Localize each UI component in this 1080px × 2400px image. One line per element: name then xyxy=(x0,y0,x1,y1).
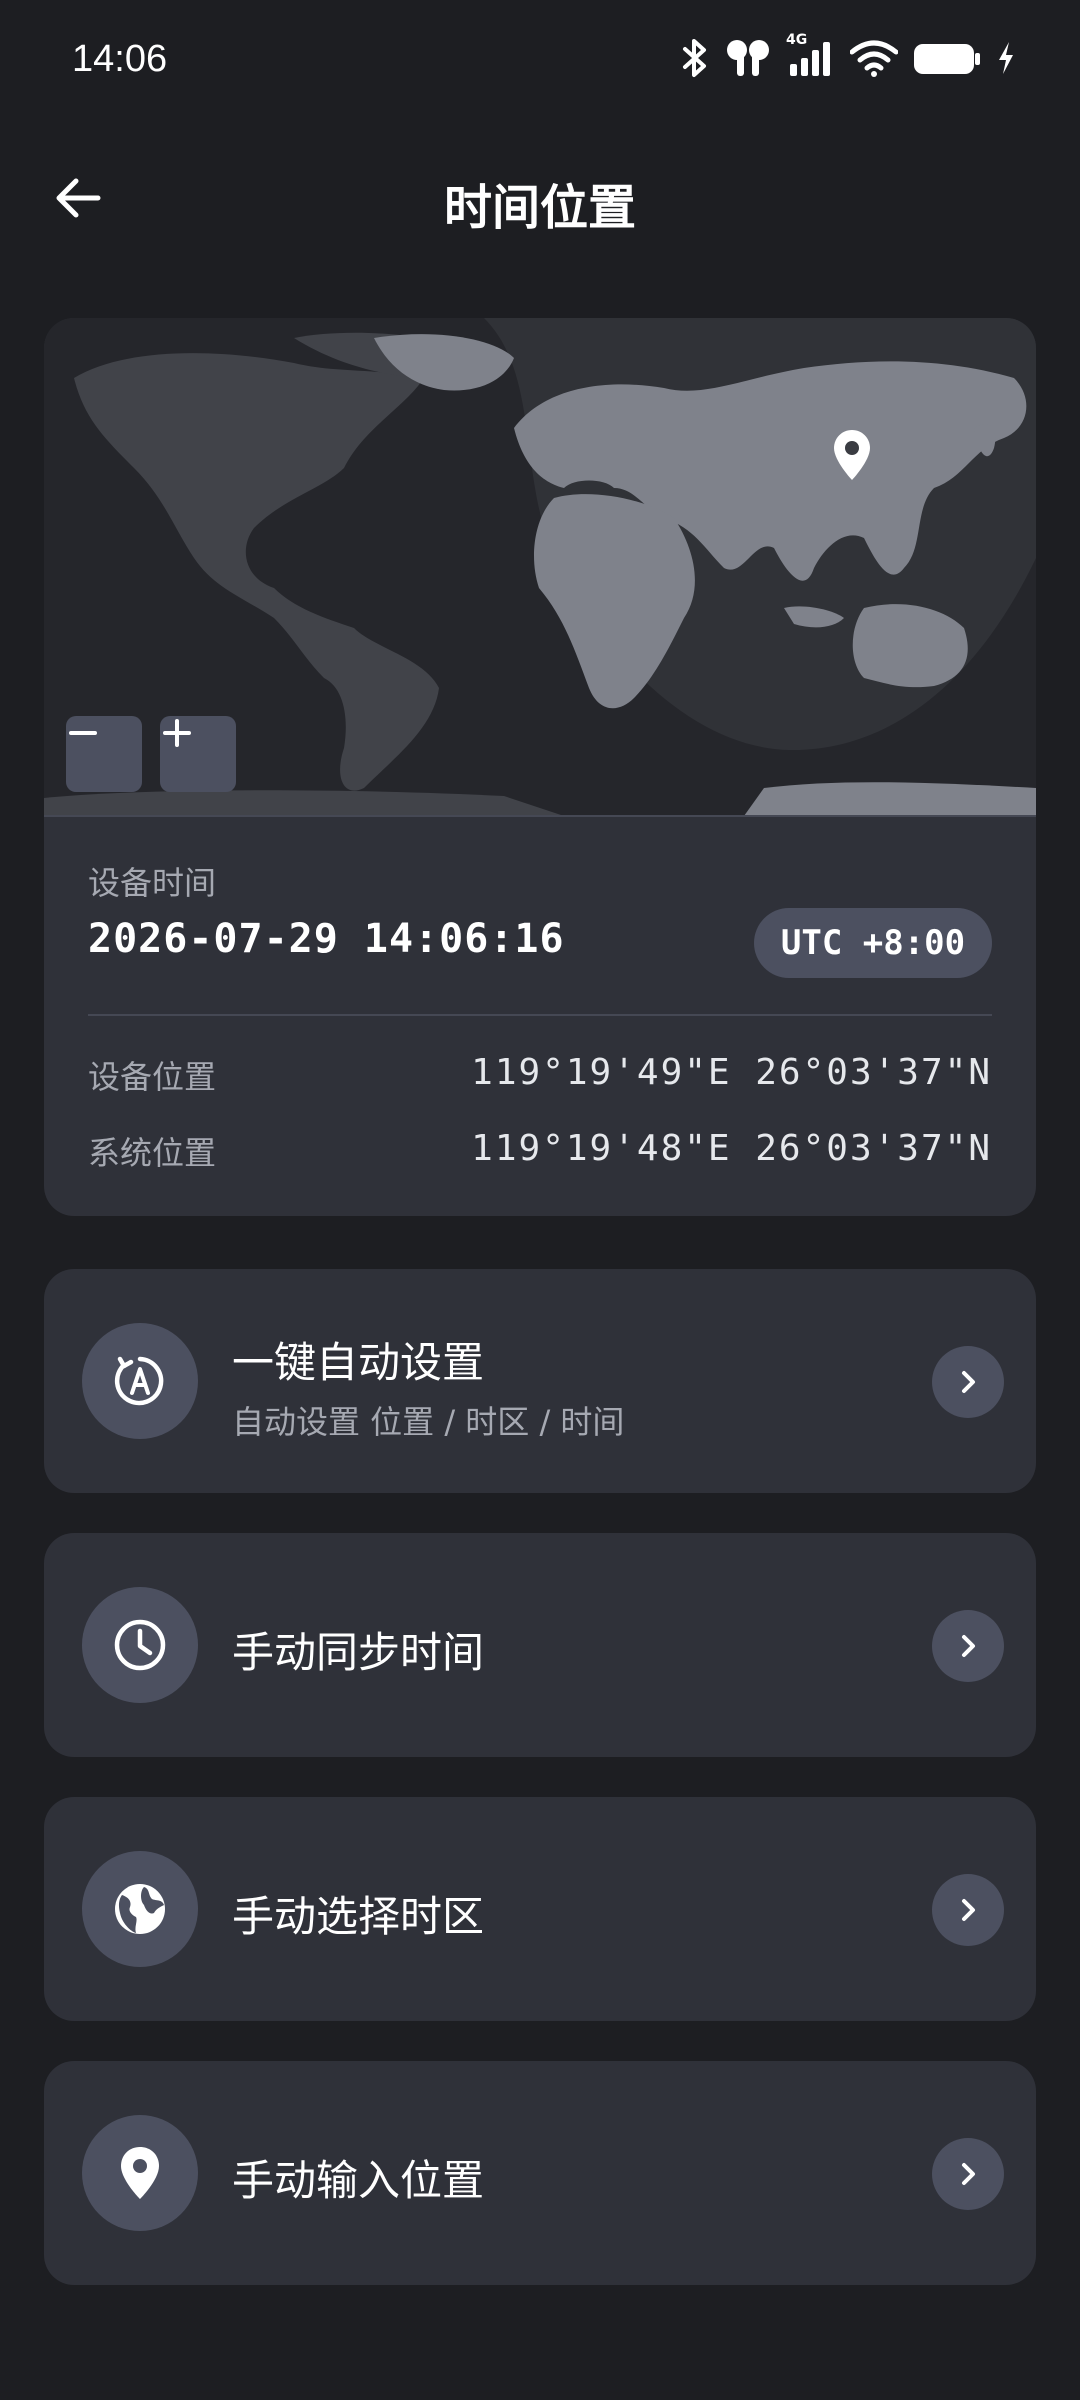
device-location-value: 119°19'49"E 26°03'37"N xyxy=(471,1052,992,1093)
wifi-icon xyxy=(850,40,898,77)
status-icons: 4G xyxy=(680,32,1016,82)
minus-icon xyxy=(69,731,97,735)
manual-sync-time-title: 手动同步时间 xyxy=(232,1628,485,1677)
device-location-label: 设备位置 xyxy=(88,1058,217,1096)
zoom-in-button[interactable] xyxy=(160,716,236,792)
auto-setup-card[interactable]: 一键自动设置 自动设置 位置 / 时区 / 时间 xyxy=(44,1269,1036,1493)
device-time-label: 设备时间 xyxy=(88,864,217,902)
manual-timezone-title: 手动选择时区 xyxy=(232,1892,485,1941)
earbuds-icon xyxy=(727,40,769,76)
status-time: 14:06 xyxy=(72,38,168,80)
signal-icon xyxy=(790,42,830,76)
location-icon-wrap xyxy=(82,2115,198,2231)
zoom-out-button[interactable] xyxy=(66,716,142,792)
chevron-right-icon xyxy=(962,1371,975,1393)
timezone-icon-wrap xyxy=(82,1851,198,1967)
location-pin-icon xyxy=(121,2147,159,2199)
world-map[interactable] xyxy=(44,318,1036,816)
sync-time-icon-wrap xyxy=(82,1587,198,1703)
manual-location-arrow[interactable] xyxy=(932,2138,1004,2210)
chevron-right-icon xyxy=(962,1635,975,1657)
chevron-right-icon xyxy=(962,1899,975,1921)
system-location-value: 119°19'48"E 26°03'37"N xyxy=(471,1128,992,1169)
system-location-label: 系统位置 xyxy=(88,1134,217,1172)
device-time-value: 2026-07-29 14:06:16 xyxy=(88,916,565,962)
globe-icon xyxy=(115,1884,165,1934)
manual-timezone-card[interactable]: 手动选择时区 xyxy=(44,1797,1036,2021)
system-location-row: 系统位置 119°19'48"E 26°03'37"N xyxy=(88,1128,992,1178)
bluetooth-icon xyxy=(683,39,706,77)
auto-setup-subtitle: 自动设置 位置 / 时区 / 时间 xyxy=(232,1403,625,1441)
manual-location-title: 手动输入位置 xyxy=(232,2156,485,2205)
manual-timezone-arrow[interactable] xyxy=(932,1874,1004,1946)
cellular-signal: 4G xyxy=(786,32,836,78)
device-location-row: 设备位置 119°19'49"E 26°03'37"N xyxy=(88,1052,992,1102)
auto-setup-icon-wrap xyxy=(82,1323,198,1439)
divider xyxy=(44,815,1036,817)
timezone-badge: UTC +8:00 xyxy=(754,908,992,978)
divider xyxy=(88,1014,992,1016)
charging-icon xyxy=(999,42,1013,74)
auto-rotate-icon xyxy=(114,1356,164,1406)
manual-sync-time-card[interactable]: 手动同步时间 xyxy=(44,1533,1036,1757)
manual-location-card[interactable]: 手动输入位置 xyxy=(44,2061,1036,2285)
page-title: 时间位置 xyxy=(443,180,636,236)
manual-sync-time-arrow[interactable] xyxy=(932,1610,1004,1682)
clock-icon xyxy=(114,1619,166,1671)
auto-setup-title: 一键自动设置 xyxy=(232,1338,485,1387)
time-location-card: 设备时间 2026-07-29 14:06:16 UTC +8:00 设备位置 … xyxy=(44,318,1036,1216)
battery-icon xyxy=(914,44,980,74)
auto-setup-arrow[interactable] xyxy=(932,1346,1004,1418)
status-bar: 14:06 4G xyxy=(0,0,1080,120)
chevron-right-icon xyxy=(962,2163,975,2185)
app-bar: 时间位置 xyxy=(0,150,1080,250)
plus-icon xyxy=(163,719,191,747)
